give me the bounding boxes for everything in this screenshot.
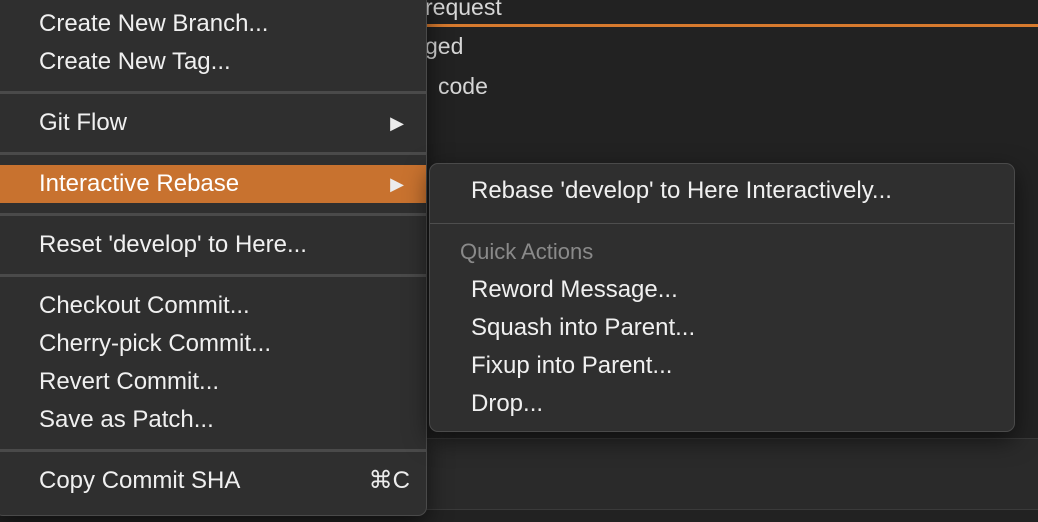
menu-item-copy-commit-sha[interactable]: Copy Commit SHA ⌘C (0, 462, 426, 500)
submenu-arrow-icon: ▶ (390, 174, 404, 194)
menu-item-checkout-commit[interactable]: Checkout Commit... (0, 287, 426, 325)
menu-item-revert-commit[interactable]: Revert Commit... (0, 363, 426, 401)
menu-separator (0, 91, 426, 94)
menu-item-cherry-pick-commit[interactable]: Cherry-pick Commit... (0, 325, 426, 363)
interactive-rebase-submenu: Rebase 'develop' to Here Interactively..… (429, 163, 1015, 432)
menu-item-label: Interactive Rebase (39, 170, 240, 197)
commit-message: request (425, 0, 502, 20)
menu-item-label: Rebase 'develop' to Here Interactively..… (471, 177, 892, 204)
menu-item-rebase-interactively[interactable]: Rebase 'develop' to Here Interactively..… (430, 172, 1014, 210)
commit-message: ged (425, 33, 464, 59)
menu-item-label: Cherry-pick Commit... (39, 330, 272, 357)
menu-item-create-new-tag[interactable]: Create New Tag... (0, 43, 426, 81)
menu-item-label: Revert Commit... (39, 368, 220, 395)
menu-item-label: Git Flow (39, 109, 128, 136)
app-window: request ged code Create New Branch... Cr… (0, 0, 1038, 522)
menu-item-label: Create New Branch... (39, 10, 269, 37)
menu-item-squash-into-parent[interactable]: Squash into Parent... (430, 309, 1014, 347)
menu-item-label: Drop... (471, 390, 544, 417)
menu-item-label: Save as Patch... (39, 406, 214, 433)
menu-item-label: Squash into Parent... (471, 314, 696, 341)
menu-separator (0, 152, 426, 155)
menu-item-create-new-branch[interactable]: Create New Branch... (0, 5, 426, 43)
menu-item-interactive-rebase[interactable]: Interactive Rebase ▶ (0, 165, 426, 203)
menu-separator (0, 274, 426, 277)
detail-panel (420, 438, 1038, 510)
menu-separator (430, 223, 1014, 224)
commit-context-menu: Create New Branch... Create New Tag... G… (0, 0, 427, 516)
menu-item-fixup-into-parent[interactable]: Fixup into Parent... (430, 347, 1014, 385)
menu-item-label: Fixup into Parent... (471, 352, 673, 379)
menu-item-git-flow[interactable]: Git Flow ▶ (0, 104, 426, 142)
menu-separator (0, 449, 426, 452)
section-header-quick-actions: Quick Actions (460, 239, 594, 264)
submenu-arrow-icon: ▶ (390, 113, 404, 133)
menu-item-save-as-patch[interactable]: Save as Patch... (0, 401, 426, 439)
menu-item-reset-develop[interactable]: Reset 'develop' to Here... (0, 226, 426, 264)
menu-item-label: Reword Message... (471, 276, 678, 303)
menu-item-label: Checkout Commit... (39, 292, 250, 319)
menu-item-reword-message[interactable]: Reword Message... (430, 271, 1014, 309)
menu-item-label: Create New Tag... (39, 48, 231, 75)
menu-separator (0, 213, 426, 216)
menu-item-label: Copy Commit SHA (39, 467, 241, 494)
commit-message: code (438, 73, 488, 99)
menu-item-drop[interactable]: Drop... (430, 385, 1014, 423)
keyboard-shortcut: ⌘C (368, 467, 410, 494)
menu-item-label: Reset 'develop' to Here... (39, 231, 307, 258)
